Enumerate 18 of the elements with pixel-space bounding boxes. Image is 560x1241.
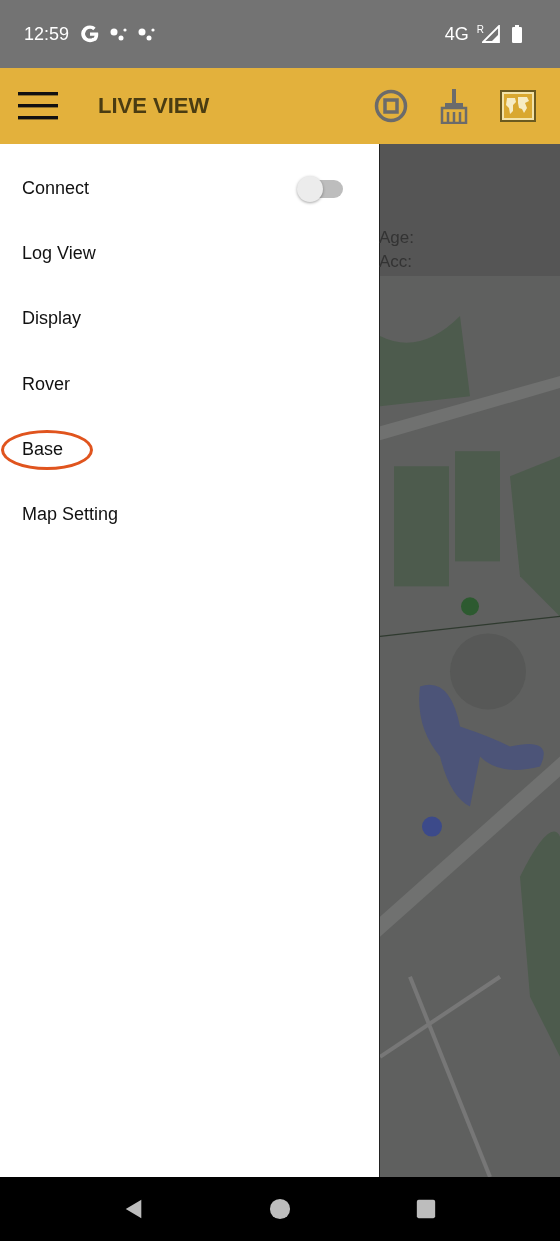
network-type: 4G (444, 23, 469, 45)
battery-icon (512, 25, 522, 43)
menu-item[interactable]: Log View (22, 243, 343, 265)
menu-item[interactable]: Map Setting (22, 504, 343, 526)
menu-item[interactable]: Rover (22, 373, 343, 395)
roaming-indicator: R (476, 24, 484, 35)
stop-icon[interactable] (374, 89, 408, 123)
home-icon[interactable] (269, 1198, 291, 1220)
clock: 12:59 (24, 23, 70, 45)
menu-item[interactable]: Base (22, 438, 343, 460)
recents-icon[interactable] (415, 1198, 437, 1220)
menu-item[interactable]: Connect (22, 178, 301, 200)
signal-icon (482, 25, 500, 43)
menu-item[interactable]: Display (22, 308, 343, 330)
broom-icon[interactable] (440, 88, 468, 124)
world-map-icon[interactable] (500, 90, 536, 122)
screen-title: LIVE VIEW (98, 93, 210, 119)
menu-icon[interactable] (18, 91, 58, 121)
